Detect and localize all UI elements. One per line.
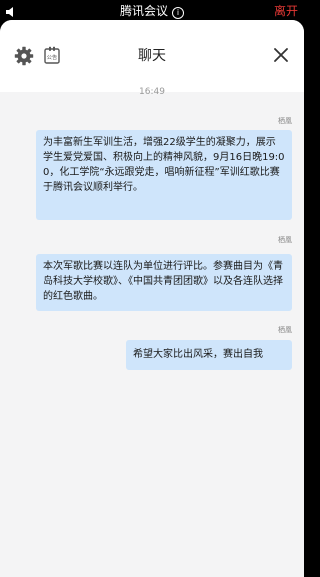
chat-header: 公告 聊天 — [0, 20, 304, 92]
message-bubble: 希望大家比出风采，赛出自我 — [126, 340, 292, 370]
chat-title: 聊天 — [138, 48, 166, 64]
message-sender: 栖凰 — [278, 326, 292, 334]
meeting-title: 腾讯会议 i — [0, 4, 304, 19]
message-bubble: 为丰富新生军训生活，增强22级学生的凝聚力，展示学生爱党爱国、积极向上的精神风貌… — [36, 130, 292, 220]
message-bubble: 本次军歌比赛以连队为单位进行评比。参赛曲目为《青岛科技大学校歌》、《中国共青团团… — [36, 254, 292, 311]
meeting-title-text: 腾讯会议 — [119, 4, 168, 18]
message-timestamp: 16:49 — [139, 87, 165, 97]
leave-button[interactable]: 离开 — [274, 4, 298, 18]
info-icon[interactable]: i — [172, 7, 184, 19]
message-sender: 栖凰 — [278, 236, 292, 244]
message-sender: 栖凰 — [278, 117, 292, 125]
close-icon[interactable] — [274, 48, 288, 62]
chat-panel: 公告 聊天 16:49 栖凰 为丰富新生军训生活，增强22级学生的凝聚力，展示学… — [0, 20, 304, 577]
